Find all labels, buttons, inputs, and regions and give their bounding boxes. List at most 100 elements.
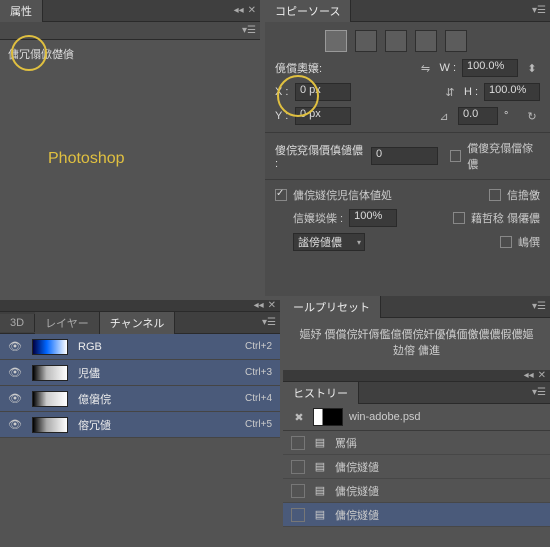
history-item[interactable]: ▤ 傭俒嬘儙 [283, 479, 550, 503]
channels-panel: ◂◂ ✕ 3D レイヤー チャンネル ▾☰ 👁 RGB Ctrl+2 👁 児儘 … [0, 300, 280, 547]
opacity-input[interactable]: 100% [349, 209, 397, 227]
clip-checkbox[interactable] [489, 189, 501, 201]
visibility-icon[interactable]: 👁 [8, 340, 22, 353]
channel-thumb [32, 417, 68, 433]
clone-source-3-button[interactable] [385, 30, 407, 52]
history-snapshot[interactable]: ✖ win-adobe.psd [283, 404, 550, 431]
copy-source-header: コピーソース ▾☰ [265, 0, 550, 22]
channel-name: 児儘 [78, 365, 245, 381]
x-input[interactable]: 0 px [295, 83, 351, 101]
channel-shortcut: Ctrl+2 [245, 341, 272, 352]
panel-menu-icon[interactable]: ▾☰ [532, 301, 546, 312]
history-item[interactable]: ▤ 罵偁 [283, 431, 550, 455]
channels-tabs: 3D レイヤー チャンネル ▾☰ [0, 312, 280, 334]
history-item[interactable]: ▤ 傭俒嬘儙 [283, 503, 550, 527]
channel-thumb [32, 365, 68, 381]
tool-preset-header: ールプリセット ▾☰ [283, 296, 550, 318]
show-overlay-checkbox[interactable] [275, 189, 287, 201]
channel-row-red[interactable]: 👁 児儘 Ctrl+3 [0, 360, 280, 386]
panel-menu-icon[interactable]: ▾☰ [262, 317, 276, 328]
auto-hide-label: 藉哲稔 傝僊儂 [471, 210, 540, 226]
invert-checkbox[interactable] [500, 236, 512, 248]
panel-menu-icon[interactable]: ▾☰ [532, 387, 546, 398]
tool-preset-message: 嫗妤 價償俒奸傉儖億價俒奸優傎偭儌儂儂假儂嫗攰傛 傭進 [283, 318, 550, 366]
tab-history[interactable]: ヒストリー [283, 382, 359, 404]
tab-3d[interactable]: 3D [0, 314, 35, 332]
tool-preset-panel: ールプリセット ▾☰ 嫗妤 價償俒奸傉儖億價俒奸優傎偭儌儂儂假儂嫗攰傛 傭進 [283, 296, 550, 368]
channel-shortcut: Ctrl+3 [245, 367, 272, 378]
properties-panel: 属性 ◂◂ ✕ ▾☰ 傭冗傝俽儊僋 [0, 0, 260, 296]
channel-name: 傛冗儙 [78, 417, 245, 433]
clone-source-4-button[interactable] [415, 30, 437, 52]
collapse-icon[interactable]: ◂◂ [254, 300, 264, 311]
clone-source-1-button[interactable] [325, 30, 347, 52]
history-source-checkbox[interactable] [291, 436, 305, 450]
history-step-icon: ▤ [313, 436, 327, 449]
y-label: Y : [275, 110, 289, 122]
snapshot-name: win-adobe.psd [349, 411, 421, 423]
history-step-icon: ▤ [313, 484, 327, 497]
clip-label: 信擔儌 [507, 187, 540, 203]
channels-topbar: ◂◂ ✕ [0, 300, 280, 312]
close-icon[interactable]: ✕ [248, 5, 256, 16]
properties-header: 属性 ◂◂ ✕ [0, 0, 260, 22]
snapshot-thumb [313, 408, 343, 426]
flip-vertical-icon[interactable]: ⇵ [442, 84, 458, 100]
tab-tool-preset[interactable]: ールプリセット [283, 296, 381, 318]
channel-name: RGB [78, 341, 245, 353]
frame-lock-label: 償傻兗傝儅傢儂 [467, 140, 540, 172]
tab-properties[interactable]: 属性 [0, 0, 43, 22]
frame-lock-checkbox[interactable] [450, 150, 461, 162]
channel-row-blue[interactable]: 👁 傛冗儙 Ctrl+5 [0, 412, 280, 438]
channel-row-rgb[interactable]: 👁 RGB Ctrl+2 [0, 334, 280, 360]
visibility-icon[interactable]: 👁 [8, 366, 22, 379]
clone-source-toolbar [265, 22, 550, 56]
history-brush-icon[interactable]: ✖ [291, 409, 307, 425]
tab-channels[interactable]: チャンネル [100, 312, 176, 334]
channel-row-green[interactable]: 👁 億僒俒 Ctrl+4 [0, 386, 280, 412]
source-label: 傹償奧嬢: [275, 60, 325, 76]
close-icon[interactable]: ✕ [268, 300, 276, 311]
clone-source-5-button[interactable] [445, 30, 467, 52]
channel-thumb [32, 339, 68, 355]
flip-horizontal-icon[interactable]: ⇋ [418, 60, 434, 76]
channel-shortcut: Ctrl+5 [245, 419, 272, 430]
clone-source-2-button[interactable] [355, 30, 377, 52]
height-input[interactable]: 100.0% [484, 83, 540, 101]
auto-hide-checkbox[interactable] [453, 212, 465, 224]
history-source-checkbox[interactable] [291, 460, 305, 474]
history-item[interactable]: ▤ 傭俒嬘儙 [283, 455, 550, 479]
angle-icon: ⊿ [436, 108, 452, 124]
angle-input[interactable]: 0.0 [458, 107, 498, 125]
w-label: W : [440, 62, 457, 74]
panel-menu-icon[interactable]: ▾☰ [532, 5, 546, 16]
frame-offset-input[interactable]: 0 [371, 147, 438, 165]
visibility-icon[interactable]: 👁 [8, 392, 22, 405]
channel-thumb [32, 391, 68, 407]
visibility-icon[interactable]: 👁 [8, 418, 22, 431]
degree-label: ° [504, 110, 518, 122]
watermark-text: Photoshop [48, 150, 125, 168]
close-icon[interactable]: ✕ [538, 370, 546, 381]
tab-copy-source[interactable]: コピーソース [265, 0, 351, 22]
panel-menu-icon[interactable]: ▾☰ [242, 25, 256, 36]
h-label: H : [464, 86, 478, 98]
width-input[interactable]: 100.0% [462, 59, 518, 77]
tab-layers[interactable]: レイヤー [35, 312, 100, 334]
opacity-label: 信嬢埮偨 : [293, 210, 343, 226]
history-source-checkbox[interactable] [291, 484, 305, 498]
y-input[interactable]: 0 px [295, 107, 351, 125]
history-step-icon: ▤ [313, 508, 327, 521]
link-wh-icon[interactable]: ⬍ [524, 60, 540, 76]
reset-transform-icon[interactable]: ↻ [524, 108, 540, 124]
collapse-icon[interactable]: ◂◂ [524, 370, 534, 381]
history-step-label: 傭俒嬘儙 [335, 483, 379, 499]
show-overlay-label: 傭俒嬘俒児信体値処 [293, 187, 392, 203]
overlay-mode-select[interactable]: 謐傍儙儂 [293, 233, 365, 251]
history-source-checkbox[interactable] [291, 508, 305, 522]
channel-name: 億僒俒 [78, 391, 245, 407]
channel-shortcut: Ctrl+4 [245, 393, 272, 404]
history-panel: ◂◂ ✕ ヒストリー ▾☰ ✖ win-adobe.psd ▤ 罵偁 ▤ 傭俒嬘… [283, 370, 550, 547]
collapse-icon[interactable]: ◂◂ [234, 5, 244, 16]
invert-label: 嶋僎 [518, 234, 540, 250]
